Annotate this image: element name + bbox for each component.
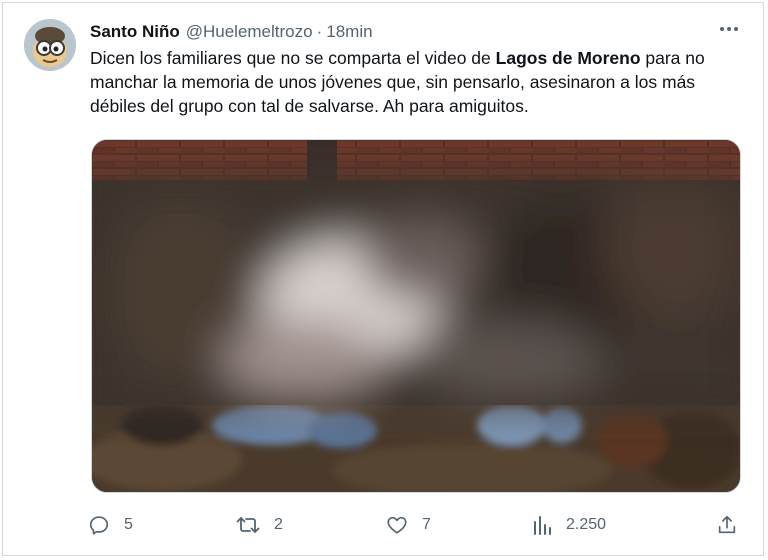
author-avatar[interactable] [24, 19, 76, 71]
views-count: 2.250 [566, 516, 607, 533]
heart-icon [387, 516, 407, 534]
reply-button[interactable]: 5 [88, 508, 133, 542]
share-icon [718, 515, 736, 534]
blurred-photo [92, 140, 740, 492]
like-count: 7 [422, 516, 431, 533]
tweet-text-bold[interactable]: Lagos de Moreno [496, 48, 641, 68]
reply-count: 5 [124, 516, 133, 533]
author-handle[interactable]: @Huelemeltrozo [186, 22, 313, 42]
author-name[interactable]: Santo Niño [90, 22, 180, 42]
like-button[interactable]: 7 [386, 508, 431, 542]
share-button[interactable] [716, 508, 738, 542]
tweet-timestamp[interactable]: 18min [326, 22, 372, 42]
tweet-actions-bar: 5 2 7 2.250 [88, 508, 748, 542]
avatar-cartoon-image [24, 19, 76, 71]
views-button[interactable]: 2.250 [532, 508, 606, 542]
retweet-count: 2 [274, 516, 283, 533]
tweet-header: Santo Niño @Huelemeltrozo · 18min [90, 20, 740, 44]
retweet-button[interactable]: 2 [236, 508, 283, 542]
retweet-icon [236, 517, 260, 533]
analytics-icon [534, 516, 551, 535]
tweet-text-part1: Dicen los familiares que no se comparta … [90, 48, 496, 68]
more-horizontal-icon [720, 27, 738, 31]
tweet-media-image[interactable] [91, 139, 741, 493]
reply-icon [89, 516, 109, 535]
more-options-button[interactable] [716, 16, 742, 42]
tweet-text: Dicen los familiares que no se comparta … [90, 46, 750, 118]
separator-dot: · [316, 22, 323, 41]
